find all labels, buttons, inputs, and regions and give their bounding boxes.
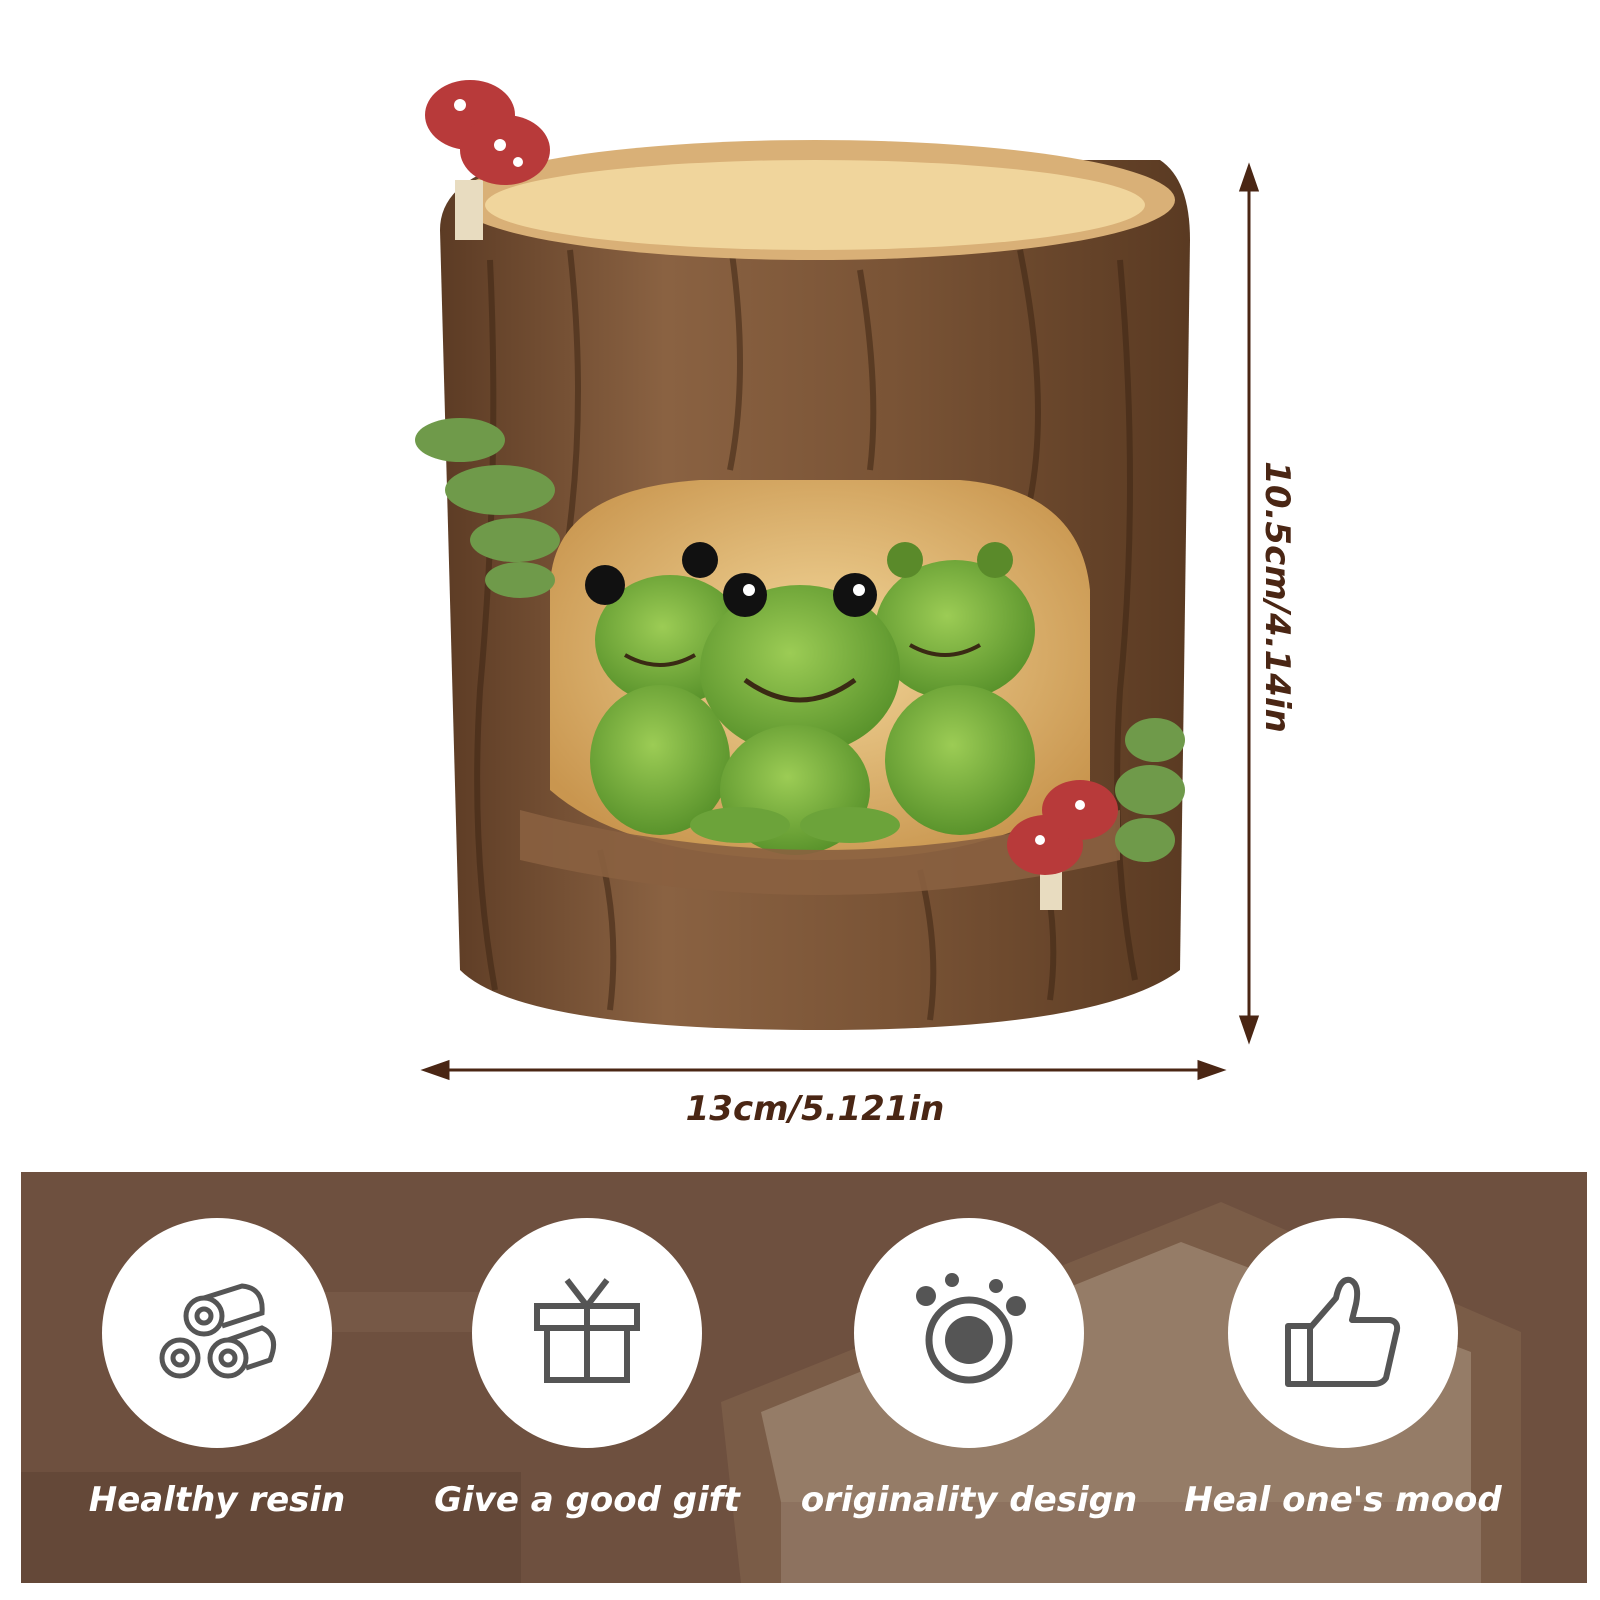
feature-healthy-resin: Healthy resin <box>27 1172 407 1583</box>
feature-label: Heal one's mood <box>1184 1480 1502 1520</box>
moss-right <box>1115 718 1185 862</box>
feature-heal-mood: Heal one's mood <box>1153 1172 1533 1583</box>
thumbs-up-icon <box>1285 1276 1401 1387</box>
feature-circle <box>854 1218 1084 1448</box>
width-dimension-label: 13cm/5.121in <box>685 1089 945 1129</box>
feature-circle <box>472 1218 702 1448</box>
gift-box-icon <box>534 1278 640 1383</box>
product-area: 13cm/5.121in 10.5cm/4.14in <box>0 0 1600 1140</box>
feature-banner: Healthy resin Give a good gift originali <box>21 1172 1587 1583</box>
creative-circle-icon <box>916 1273 1026 1384</box>
feature-label: Give a good gift <box>434 1480 740 1520</box>
feature-label: originality design <box>800 1480 1138 1520</box>
product-photo <box>415 80 1190 1030</box>
feature-circle <box>102 1218 332 1448</box>
feature-good-gift: Give a good gift <box>397 1172 777 1583</box>
feature-label: Healthy resin <box>88 1480 346 1520</box>
feature-circle <box>1228 1218 1458 1448</box>
logs-icon <box>159 1283 277 1379</box>
height-dimension-label: 10.5cm/4.14in <box>1257 461 1297 733</box>
feature-originality-design: originality design <box>779 1172 1159 1583</box>
